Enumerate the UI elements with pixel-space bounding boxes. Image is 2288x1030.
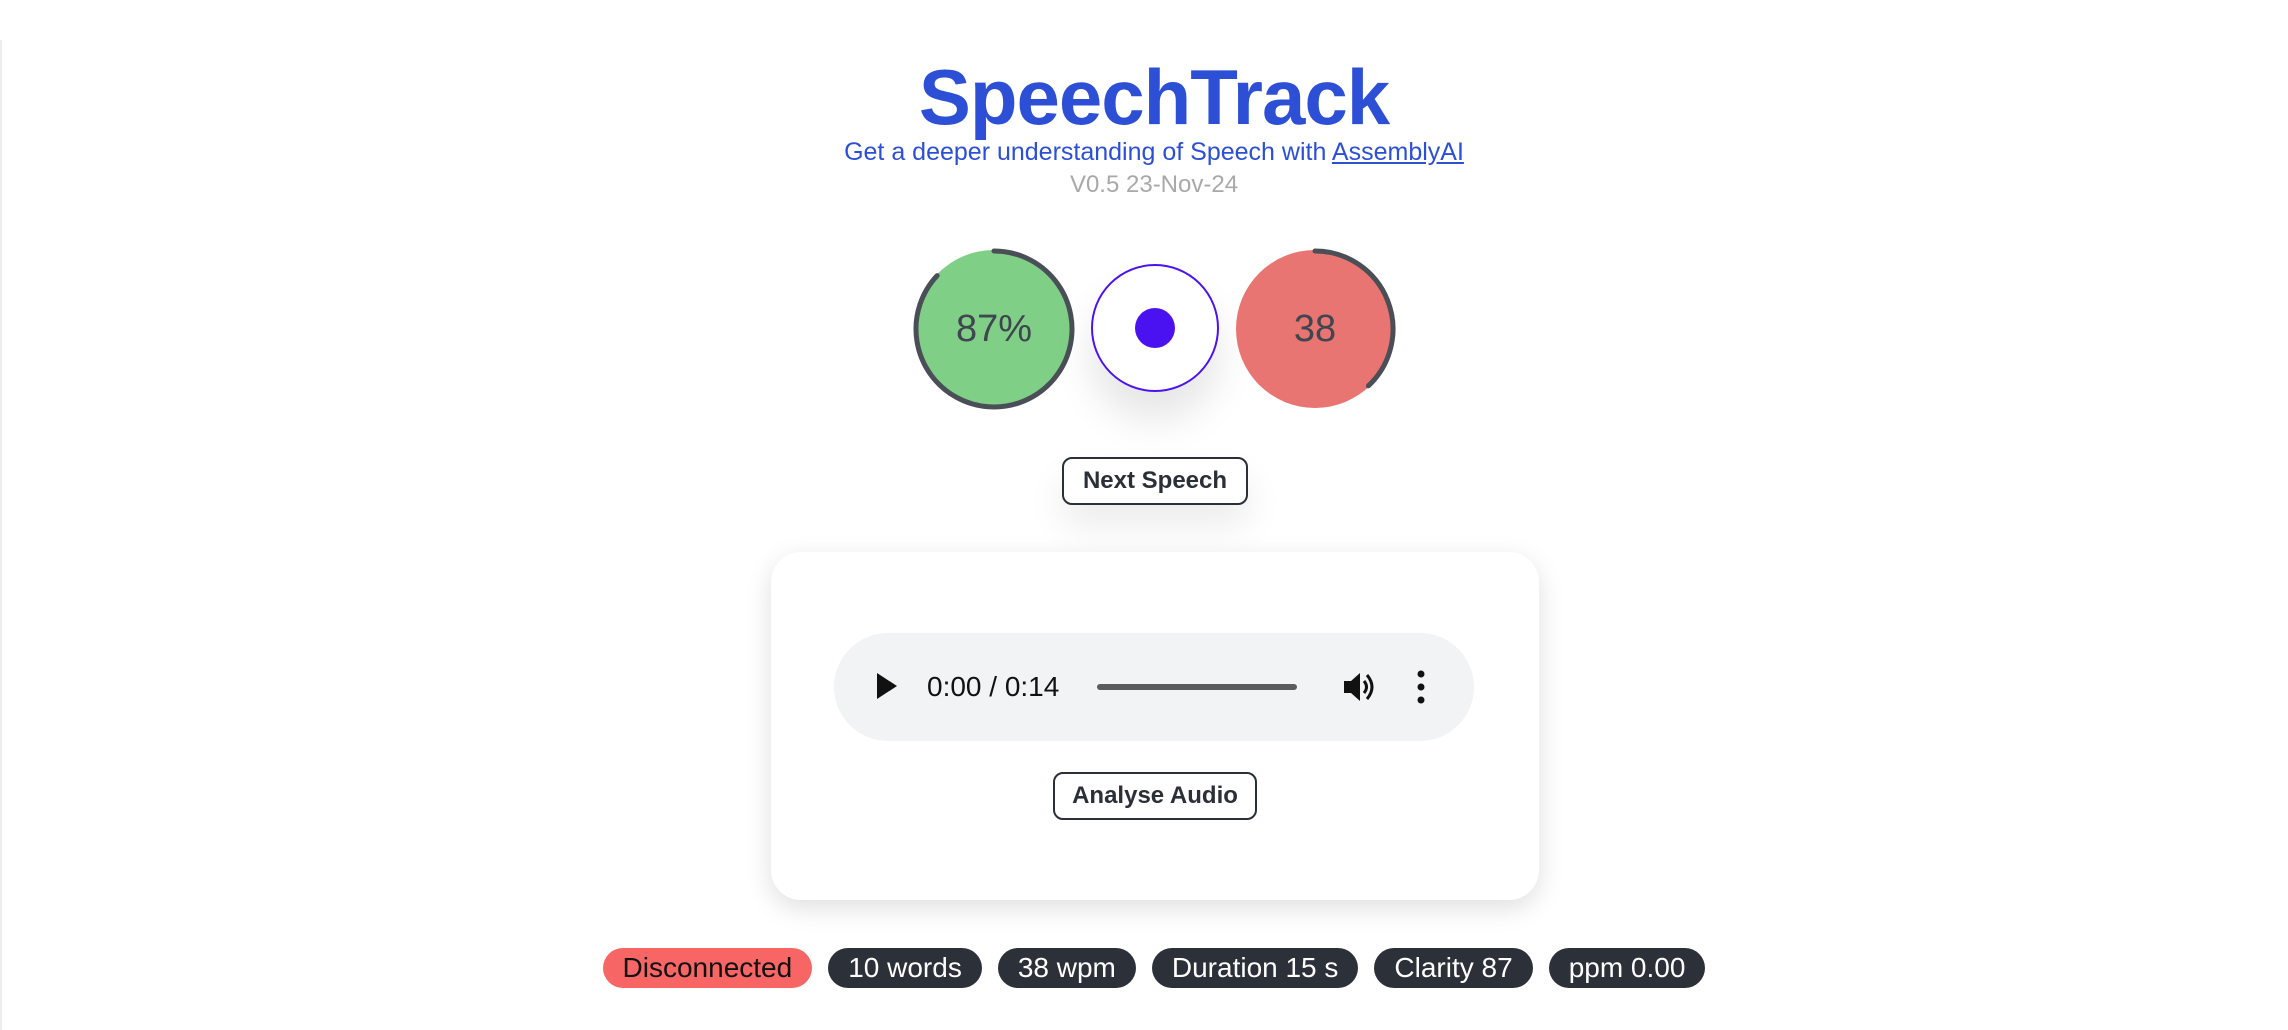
ppm-badge: ppm 0.00 (1548, 948, 1706, 988)
audio-time: 0:00 / 0:14 (927, 671, 1060, 702)
play-icon[interactable] (877, 673, 897, 699)
score-gauge-value: 87% (955, 308, 1033, 350)
duration-badge: Duration 15 s (1151, 948, 1359, 988)
audio-card: 0:00 / 0:14 Analyse Audio (771, 552, 1539, 900)
assemblyai-link[interactable]: AssemblyAI (1332, 138, 1464, 166)
stats-bar: Disconnected 10 words 38 wpm Duration 15… (0, 948, 2288, 988)
record-button[interactable] (1091, 264, 1219, 392)
version-label: V0.5 23-Nov-24 (1069, 171, 1239, 198)
wpm-badge: 38 wpm (997, 948, 1136, 988)
audio-player: 0:00 / 0:14 (834, 633, 1474, 741)
score-gauge: 87% (913, 248, 1075, 410)
wpm-gauge: 38 (1234, 248, 1396, 410)
clarity-badge: Clarity 87 (1374, 948, 1533, 988)
record-icon (1135, 308, 1175, 348)
audio-progress-bar[interactable] (1097, 684, 1297, 690)
app-page: SpeechTrack Get a deeper understanding o… (0, 0, 2288, 1030)
app-title: SpeechTrack (918, 53, 1390, 141)
connection-status-badge: Disconnected (602, 948, 813, 988)
next-speech-button[interactable]: Next Speech (1062, 457, 1248, 505)
record-button-wrapper (1091, 264, 1219, 392)
wpm-gauge-value: 38 (1293, 308, 1337, 350)
subtitle-text: Get a deeper understanding of Speech wit… (844, 138, 1332, 166)
analyse-audio-button[interactable]: Analyse Audio (1053, 772, 1257, 820)
more-options-icon[interactable] (1416, 669, 1426, 705)
app-subtitle: Get a deeper understanding of Speech wit… (0, 136, 2288, 168)
words-badge: 10 words (828, 948, 982, 988)
volume-icon[interactable] (1342, 670, 1378, 704)
